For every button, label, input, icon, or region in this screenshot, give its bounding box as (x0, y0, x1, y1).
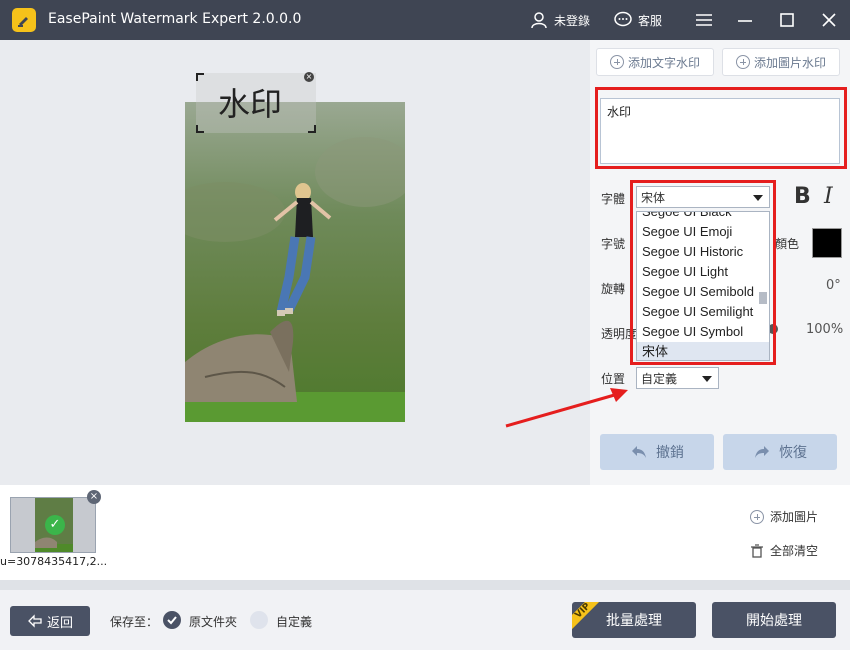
custom-label: 自定義 (276, 615, 313, 629)
menu-button[interactable] (694, 10, 714, 30)
check-icon: ✓ (45, 515, 65, 535)
chat-icon (614, 11, 632, 27)
plus-icon (735, 55, 750, 69)
size-label: 字號 (601, 237, 626, 251)
back-button[interactable]: 返回 (10, 606, 90, 636)
start-process-label: 開始處理 (746, 613, 802, 629)
rotate-value: 0° (826, 278, 841, 293)
preview-photo (185, 102, 405, 422)
save-to-label: 保存至： (110, 615, 159, 629)
start-process-button[interactable]: 開始處理 (712, 602, 836, 638)
resize-handle-bottom-left[interactable] (196, 125, 204, 133)
close-button[interactable] (819, 10, 839, 30)
add-image-label: 添加圖片 (770, 510, 819, 524)
custom-radio[interactable] (250, 611, 268, 629)
highlight-frame-font (630, 180, 776, 365)
horizontal-scrollbar[interactable] (0, 580, 850, 590)
customer-service-button[interactable]: 客服 (614, 11, 662, 29)
bold-button[interactable]: B (794, 184, 811, 209)
font-label: 字體 (601, 192, 626, 206)
italic-button[interactable]: I (824, 184, 833, 209)
maximize-button[interactable] (777, 10, 797, 30)
back-arrow-icon (28, 614, 42, 628)
trash-icon (751, 543, 763, 558)
batch-process-label: 批量處理 (606, 613, 662, 629)
undo-button[interactable]: 撤銷 (600, 434, 714, 470)
login-label: 未登錄 (554, 13, 591, 28)
minimize-icon (738, 20, 752, 22)
check-icon (167, 616, 177, 625)
close-icon (822, 13, 836, 27)
back-label: 返回 (46, 615, 73, 631)
color-label: 顏色 (775, 237, 800, 251)
app-logo-icon (12, 8, 36, 32)
watermark-delete-icon[interactable]: × (304, 72, 314, 82)
watermark-text-input[interactable]: 水印 (600, 98, 840, 164)
add-image-button[interactable]: 添加圖片 (750, 508, 818, 525)
customer-service-label: 客服 (638, 13, 663, 28)
watermark-overlay[interactable]: 水印 (196, 73, 316, 133)
add-image-watermark-button[interactable]: 添加圖片水印 (722, 48, 840, 76)
resize-handle-bottom-right[interactable] (308, 125, 316, 133)
title-bar: EasePaint Watermark Expert 2.0.0.0 未登錄 客… (0, 0, 850, 40)
original-folder-label: 原文件夾 (189, 615, 238, 629)
watermark-text: 水印 (218, 85, 283, 123)
redo-label: 恢復 (779, 445, 807, 461)
position-select[interactable]: 自定義 (636, 367, 719, 389)
login-button[interactable]: 未登錄 (530, 11, 590, 29)
batch-process-button[interactable]: VIP 批量處理 (572, 602, 696, 638)
plus-icon (750, 509, 764, 524)
user-icon (531, 12, 547, 29)
plus-icon (609, 55, 624, 69)
redo-icon (755, 446, 769, 458)
thumbnail-strip (0, 485, 850, 580)
original-folder-radio[interactable] (163, 611, 181, 629)
thumbnail-filename: u=3078435417,2... (0, 555, 108, 568)
redo-button[interactable]: 恢復 (723, 434, 837, 470)
menu-icon (696, 14, 712, 26)
add-text-watermark-label: 添加文字水印 (627, 55, 700, 70)
position-select-value: 自定義 (641, 372, 678, 386)
remove-thumbnail-icon[interactable]: × (87, 490, 101, 504)
clear-all-button[interactable]: 全部清空 (750, 542, 818, 559)
color-swatch[interactable] (812, 228, 842, 258)
undo-icon (632, 446, 646, 458)
chevron-down-icon (702, 376, 712, 382)
annotation-arrow (505, 388, 628, 428)
rotate-label: 旋轉 (601, 282, 626, 296)
maximize-icon (780, 13, 794, 27)
add-text-watermark-button[interactable]: 添加文字水印 (596, 48, 714, 76)
undo-label: 撤銷 (656, 445, 684, 461)
opacity-value: 100% (806, 322, 844, 337)
minimize-button[interactable] (735, 10, 755, 30)
clear-all-label: 全部清空 (770, 544, 819, 558)
resize-handle-top-left[interactable] (196, 73, 204, 81)
vip-badge: VIP (572, 602, 605, 633)
app-title: EasePaint Watermark Expert 2.0.0.0 (48, 11, 302, 27)
add-image-watermark-label: 添加圖片水印 (753, 55, 826, 70)
